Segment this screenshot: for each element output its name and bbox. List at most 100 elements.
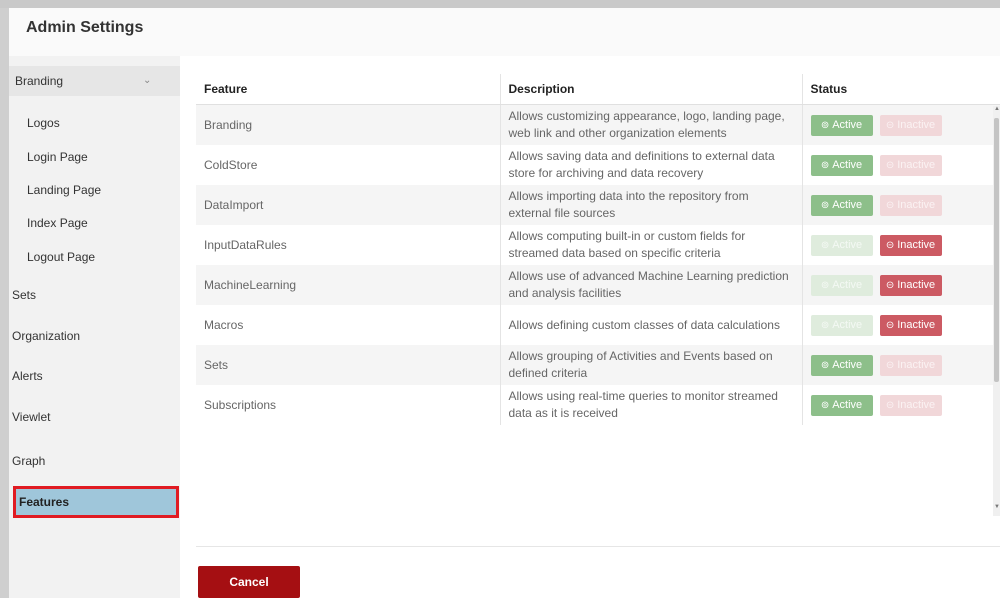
active-label: Active (832, 358, 863, 371)
feature-description: Allows defining custom classes of data c… (499, 305, 802, 345)
features-panel: Feature Description Status Branding Allow… (196, 74, 1000, 425)
column-header-status: Status (801, 74, 1000, 105)
active-toggle-button[interactable]: ⊚ Active (810, 154, 873, 176)
feature-description: Allows saving data and definitions to ex… (499, 145, 802, 185)
sidebar-subitem-logos[interactable]: Logos (9, 108, 180, 138)
feature-status: ⊚ Active ⊝ Inactive (801, 185, 1000, 225)
ban-circle-icon: ⊝ (885, 279, 895, 291)
ban-circle-icon: ⊝ (885, 119, 895, 131)
sidebar-subitem-logout-page[interactable]: Logout Page (9, 242, 180, 272)
active-toggle-button[interactable]: ⊚ Active (810, 314, 873, 336)
sidebar-item-alerts[interactable]: Alerts (9, 361, 180, 391)
feature-name: MachineLearning (196, 265, 500, 305)
feature-description: Allows using real-time queries to monito… (499, 385, 802, 425)
feature-name: DataImport (196, 185, 500, 225)
table-row: DataImport Allows importing data into the… (196, 185, 1000, 225)
feature-status: ⊚ Active ⊝ Inactive (801, 345, 1000, 385)
inactive-toggle-button[interactable]: ⊝ Inactive (879, 314, 942, 336)
inactive-toggle-button[interactable]: ⊝ Inactive (879, 154, 942, 176)
ban-circle-icon: ⊝ (885, 199, 895, 211)
table-row: MachineLearning Allows use of advanced Ma… (196, 265, 1000, 305)
active-toggle-button[interactable]: ⊚ Active (810, 194, 873, 216)
check-circle-icon: ⊚ (820, 319, 830, 331)
inactive-toggle-button[interactable]: ⊝ Inactive (879, 234, 942, 256)
feature-description: Allows customizing appearance, logo, lan… (499, 104, 802, 145)
sidebar: Branding ⌄ Logos Login Page Landing Page… (9, 56, 180, 598)
table-row: ColdStore Allows saving data and definiti… (196, 145, 1000, 185)
feature-name: Branding (196, 104, 500, 145)
sidebar-item-organization[interactable]: Organization (9, 321, 180, 351)
cancel-button[interactable]: Cancel (198, 566, 300, 598)
feature-name: Sets (196, 345, 500, 385)
sidebar-item-viewlet[interactable]: Viewlet (9, 402, 180, 432)
sidebar-item-branding[interactable]: Branding ⌄ (9, 66, 180, 96)
sidebar-item-label: Branding (15, 74, 64, 88)
active-label: Active (832, 318, 863, 331)
active-label: Active (832, 118, 863, 131)
sidebar-subitem-login-page[interactable]: Login Page (9, 142, 180, 172)
feature-description: Allows computing built-in or custom fiel… (499, 225, 802, 265)
table-row: InputDataRules Allows computing built-in … (196, 225, 1000, 265)
scroll-down-arrow-icon[interactable]: ▼ (994, 504, 1000, 510)
feature-name: Macros (196, 305, 500, 345)
page-header: Admin Settings (9, 8, 1000, 56)
check-circle-icon: ⊚ (820, 239, 830, 251)
active-label: Active (832, 158, 863, 171)
feature-description: Allows importing data into the repositor… (499, 185, 802, 225)
column-header-description: Description (499, 74, 802, 105)
feature-status: ⊚ Active ⊝ Inactive (801, 225, 1000, 265)
sidebar-subitem-index-page[interactable]: Index Page (9, 208, 180, 238)
window-frame-top (0, 0, 1000, 8)
sidebar-subitem-landing-page[interactable]: Landing Page (9, 175, 180, 205)
table-row: Subscriptions Allows using real-time quer… (196, 385, 1000, 425)
column-header-feature: Feature (196, 74, 500, 105)
page-title: Admin Settings (26, 19, 144, 36)
check-circle-icon: ⊚ (820, 279, 830, 291)
inactive-label: Inactive (897, 118, 936, 131)
feature-name: InputDataRules (196, 225, 500, 265)
check-circle-icon: ⊚ (820, 399, 830, 411)
active-label: Active (832, 198, 863, 211)
active-label: Active (832, 278, 863, 291)
inactive-label: Inactive (897, 398, 936, 411)
active-label: Active (832, 238, 863, 251)
inactive-label: Inactive (897, 198, 936, 211)
table-row: Macros Allows defining custom classes of … (196, 305, 1000, 345)
feature-name: Subscriptions (196, 385, 500, 425)
feature-status: ⊚ Active ⊝ Inactive (801, 104, 1000, 145)
feature-description: Allows grouping of Activities and Events… (499, 345, 802, 385)
table-row: Branding Allows customizing appearance, l… (196, 104, 1000, 145)
ban-circle-icon: ⊝ (885, 159, 895, 171)
scroll-up-arrow-icon[interactable]: ▲ (994, 106, 1000, 112)
inactive-label: Inactive (897, 278, 936, 291)
feature-description: Allows use of advanced Machine Learning … (499, 265, 802, 305)
scrollbar-thumb[interactable] (994, 118, 999, 382)
inactive-toggle-button[interactable]: ⊝ Inactive (879, 274, 942, 296)
ban-circle-icon: ⊝ (885, 239, 895, 251)
inactive-label: Inactive (897, 318, 936, 331)
chevron-down-icon[interactable]: ⌄ (143, 66, 151, 96)
sidebar-item-sets[interactable]: Sets (9, 280, 180, 310)
feature-status: ⊚ Active ⊝ Inactive (801, 385, 1000, 425)
inactive-toggle-button[interactable]: ⊝ Inactive (879, 354, 942, 376)
check-circle-icon: ⊚ (820, 359, 830, 371)
active-toggle-button[interactable]: ⊚ Active (810, 234, 873, 256)
inactive-toggle-button[interactable]: ⊝ Inactive (879, 394, 942, 416)
active-toggle-button[interactable]: ⊚ Active (810, 114, 873, 136)
table-header-row: Feature Description Status (196, 74, 1000, 105)
inactive-label: Inactive (897, 358, 936, 371)
check-circle-icon: ⊚ (820, 159, 830, 171)
inactive-label: Inactive (897, 158, 936, 171)
table-row: Sets Allows grouping of Activities and Ev… (196, 345, 1000, 385)
ban-circle-icon: ⊝ (885, 399, 895, 411)
inactive-toggle-button[interactable]: ⊝ Inactive (879, 194, 942, 216)
features-table: Feature Description Status Branding Allow… (196, 74, 1000, 425)
inactive-toggle-button[interactable]: ⊝ Inactive (879, 114, 942, 136)
sidebar-item-features[interactable]: Features (13, 486, 179, 518)
feature-status: ⊚ Active ⊝ Inactive (801, 265, 1000, 305)
active-toggle-button[interactable]: ⊚ Active (810, 394, 873, 416)
inactive-label: Inactive (897, 238, 936, 251)
sidebar-item-graph[interactable]: Graph (9, 446, 180, 476)
active-toggle-button[interactable]: ⊚ Active (810, 274, 873, 296)
active-toggle-button[interactable]: ⊚ Active (810, 354, 873, 376)
